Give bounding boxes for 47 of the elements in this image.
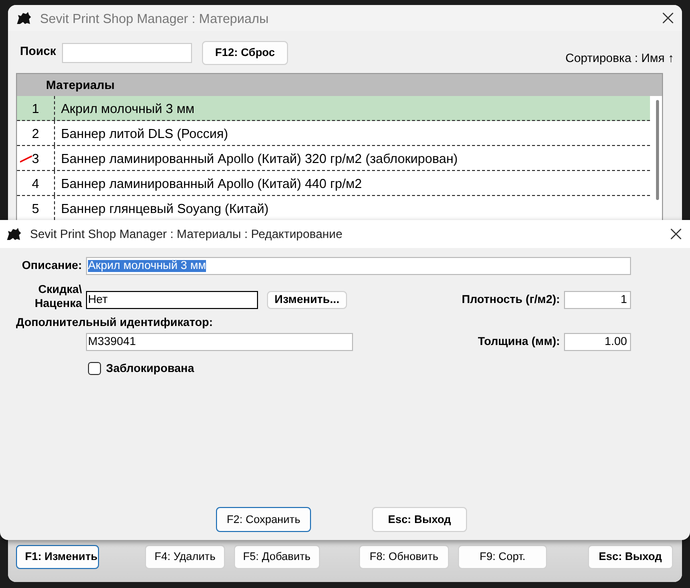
dialog-title: Sevit Print Shop Manager : Материалы : Редактирование: [30, 227, 344, 241]
field-label: Скидка\ Наценка: [34, 283, 82, 311]
dialog-button[interactable]: Esc: Выход: [372, 507, 467, 532]
app-logo-icon: [16, 11, 32, 25]
field-label: Плотность (г/м2):: [462, 294, 560, 306]
description-field[interactable]: Акрил молочный 3 мм: [86, 257, 631, 275]
sort-label: Сортировка : Имя ↑: [565, 51, 674, 65]
checkbox-label: Заблокирована: [106, 362, 194, 374]
blocked-checkbox[interactable]: [88, 362, 101, 375]
toolbar-button[interactable]: F8: Обновить: [358, 545, 450, 569]
change-button[interactable]: Изменить...: [267, 291, 347, 309]
search-field[interactable]: [62, 43, 192, 63]
material-name: Акрил молочный 3 мм: [60, 100, 194, 116]
close-icon[interactable]: [662, 12, 674, 24]
scrollbar[interactable]: [656, 100, 659, 200]
reset-button[interactable]: F12: Сброс: [202, 41, 288, 65]
row-number: 4: [32, 176, 40, 190]
discount-field[interactable]: Нет: [86, 291, 258, 309]
field-label: Описание:: [20, 260, 82, 272]
table-row[interactable]: 1 Акрил молочный 3 мм: [17, 96, 650, 121]
row-number: 5: [32, 200, 40, 216]
material-name: Баннер глянцевый Soyang (Китай): [60, 200, 269, 216]
row-number: 1: [32, 100, 40, 116]
app-logo-icon: [6, 227, 22, 241]
toolbar-button[interactable]: F5: Добавить: [234, 545, 320, 569]
search-label: Поиск: [20, 44, 56, 58]
row-number: 2: [32, 126, 40, 140]
material-name: Баннер литой DLS (Россия): [60, 126, 228, 140]
dialog-button[interactable]: F2: Сохранить: [216, 507, 311, 532]
material-name: Баннер ламинированный Apollo (Китай) 320 гр/м2 (заблокирован): [60, 150, 458, 166]
density-field[interactable]: 1: [564, 291, 631, 309]
column-header[interactable]: Материалы: [46, 78, 115, 92]
toolbar-button[interactable]: F9: Сорт.: [458, 545, 547, 569]
table-row[interactable]: 4 Баннер ламинированный Apollo (Китай) 440 гр/м2: [17, 171, 650, 196]
close-icon[interactable]: [670, 228, 682, 240]
toolbar-button[interactable]: F1: Изменить: [16, 545, 99, 569]
table-row[interactable]: 2 Баннер литой DLS (Россия): [17, 121, 650, 146]
toolbar-button[interactable]: F4: Удалить: [145, 545, 225, 569]
window-title: Sevit Print Shop Manager : Материалы: [40, 10, 270, 26]
thickness-field[interactable]: 1.00: [564, 333, 631, 351]
table-row[interactable]: 3 Баннер ламинированный Apollo (Китай) 320 гр/м2 (заблокирован): [17, 146, 650, 171]
extra-id-field[interactable]: M339041: [86, 333, 353, 351]
field-label: Дополнительный идентификатор:: [16, 317, 213, 329]
row-number: 3: [32, 150, 40, 166]
material-name: Баннер ламинированный Apollo (Китай) 440 гр/м2: [60, 176, 362, 190]
toolbar-button[interactable]: Esc: Выход: [588, 545, 673, 569]
field-label: Толщина (мм):: [478, 336, 560, 348]
